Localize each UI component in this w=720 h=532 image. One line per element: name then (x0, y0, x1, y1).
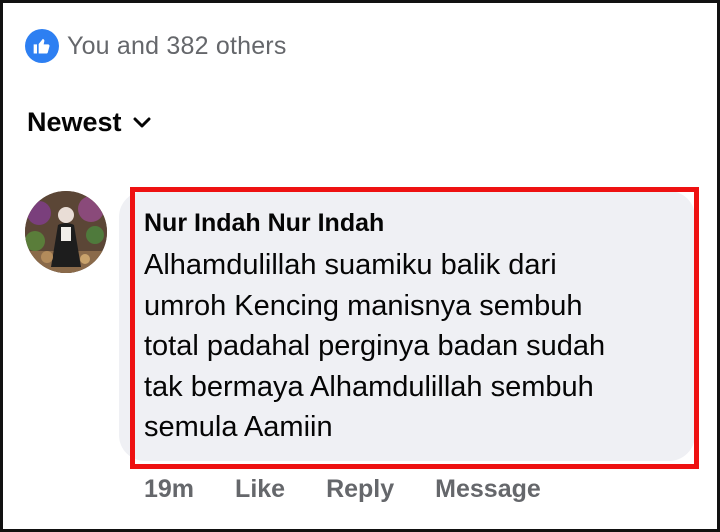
reply-button[interactable]: Reply (326, 475, 394, 504)
thumbs-up-icon (25, 29, 59, 63)
comment-timestamp[interactable]: 19m (144, 475, 194, 504)
avatar[interactable] (25, 191, 107, 273)
sort-label: Newest (27, 107, 122, 137)
sort-dropdown[interactable]: Newest (27, 107, 152, 138)
highlight-box (130, 187, 699, 469)
reactions-count-text: You and 382 others (67, 31, 287, 60)
comment-actions: 19m Like Reply Message (144, 475, 541, 504)
comment-panel: You and 382 others Newest Nur Indah Nur … (0, 0, 720, 532)
chevron-down-icon (132, 116, 152, 130)
reactions-summary[interactable]: You and 382 others (25, 29, 287, 63)
like-button[interactable]: Like (235, 475, 285, 504)
message-button[interactable]: Message (435, 475, 541, 504)
